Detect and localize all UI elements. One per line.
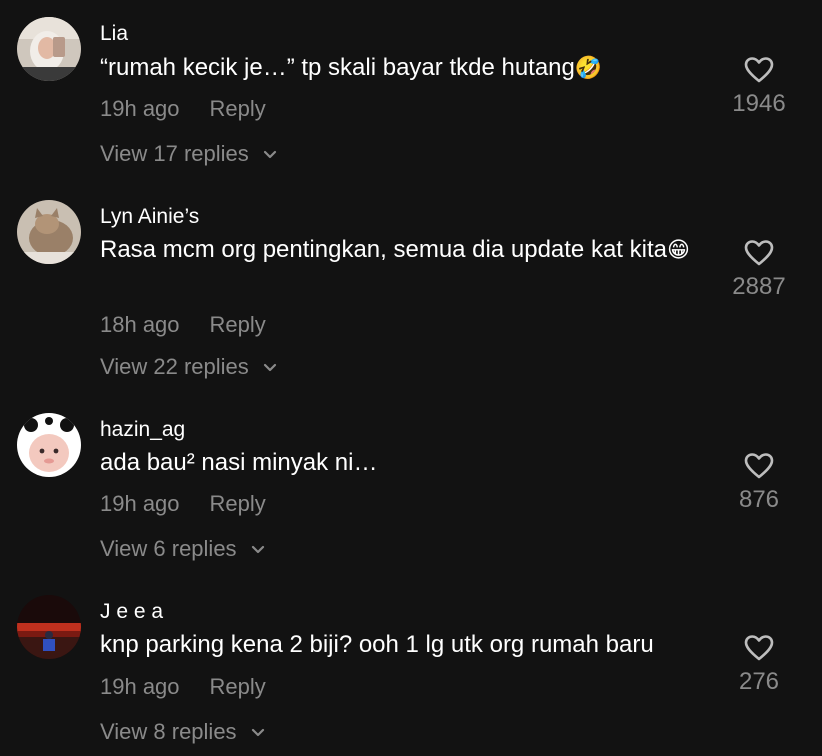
username[interactable]: Lyn Ainie’s: [100, 205, 199, 229]
rofl-emoji-icon: 🤣: [574, 56, 603, 81]
view-replies-button[interactable]: View 17 replies: [100, 141, 277, 167]
comment-text: knp parking kena 2 biji? ooh 1 lg utk or…: [100, 631, 654, 658]
view-replies-label: View 8 replies: [100, 719, 237, 744]
username[interactable]: Lia: [100, 22, 128, 46]
view-replies-button[interactable]: View 6 replies: [100, 536, 265, 562]
heart-outline-icon[interactable]: [744, 56, 774, 84]
timestamp: 19h ago: [100, 491, 180, 516]
view-replies-label: View 17 replies: [100, 141, 249, 166]
view-replies-button[interactable]: View 22 replies: [100, 354, 277, 380]
like-block: 2887: [724, 239, 794, 301]
username[interactable]: hazin_ag: [100, 418, 185, 442]
reply-button[interactable]: Reply: [210, 96, 266, 121]
like-block: 276: [724, 634, 794, 696]
reply-button[interactable]: Reply: [210, 491, 266, 516]
like-count: 276: [738, 668, 780, 695]
comment-text: “rumah kecik je…” tp skali bayar tkde hu…: [100, 54, 603, 81]
like-count: 2887: [732, 273, 786, 300]
comment-meta: 19h ago Reply: [100, 491, 266, 517]
chevron-down-icon: [263, 151, 277, 159]
reply-button[interactable]: Reply: [210, 312, 266, 337]
chevron-down-icon: [263, 364, 277, 372]
timestamp: 18h ago: [100, 312, 180, 337]
comment-text: Rasa mcm org pentingkan, semua dia updat…: [100, 236, 690, 263]
view-replies-label: View 6 replies: [100, 536, 237, 561]
heart-outline-icon[interactable]: [744, 239, 774, 267]
comment-meta: 19h ago Reply: [100, 96, 266, 122]
reply-button[interactable]: Reply: [210, 674, 266, 699]
timestamp: 19h ago: [100, 674, 180, 699]
username[interactable]: J e e a: [100, 600, 163, 624]
comment-meta: 19h ago Reply: [100, 674, 266, 700]
avatar[interactable]: [17, 200, 81, 264]
avatar[interactable]: [17, 595, 81, 659]
timestamp: 19h ago: [100, 96, 180, 121]
heart-outline-icon[interactable]: [744, 634, 774, 662]
like-block: 876: [724, 452, 794, 514]
like-count: 1946: [732, 90, 786, 117]
chevron-down-icon: [251, 546, 264, 554]
chevron-down-icon: [251, 729, 264, 737]
comment-meta: 18h ago Reply: [100, 312, 266, 338]
comment-text: ada bau² nasi minyak ni…: [100, 449, 378, 476]
view-replies-label: View 22 replies: [100, 354, 249, 379]
like-count: 876: [738, 486, 780, 513]
like-block: 1946: [724, 56, 794, 118]
grin-emoji-icon: 😁: [666, 238, 690, 263]
heart-outline-icon[interactable]: [744, 452, 774, 480]
avatar[interactable]: [17, 17, 81, 81]
avatar[interactable]: [17, 413, 81, 477]
view-replies-button[interactable]: View 8 replies: [100, 719, 265, 745]
